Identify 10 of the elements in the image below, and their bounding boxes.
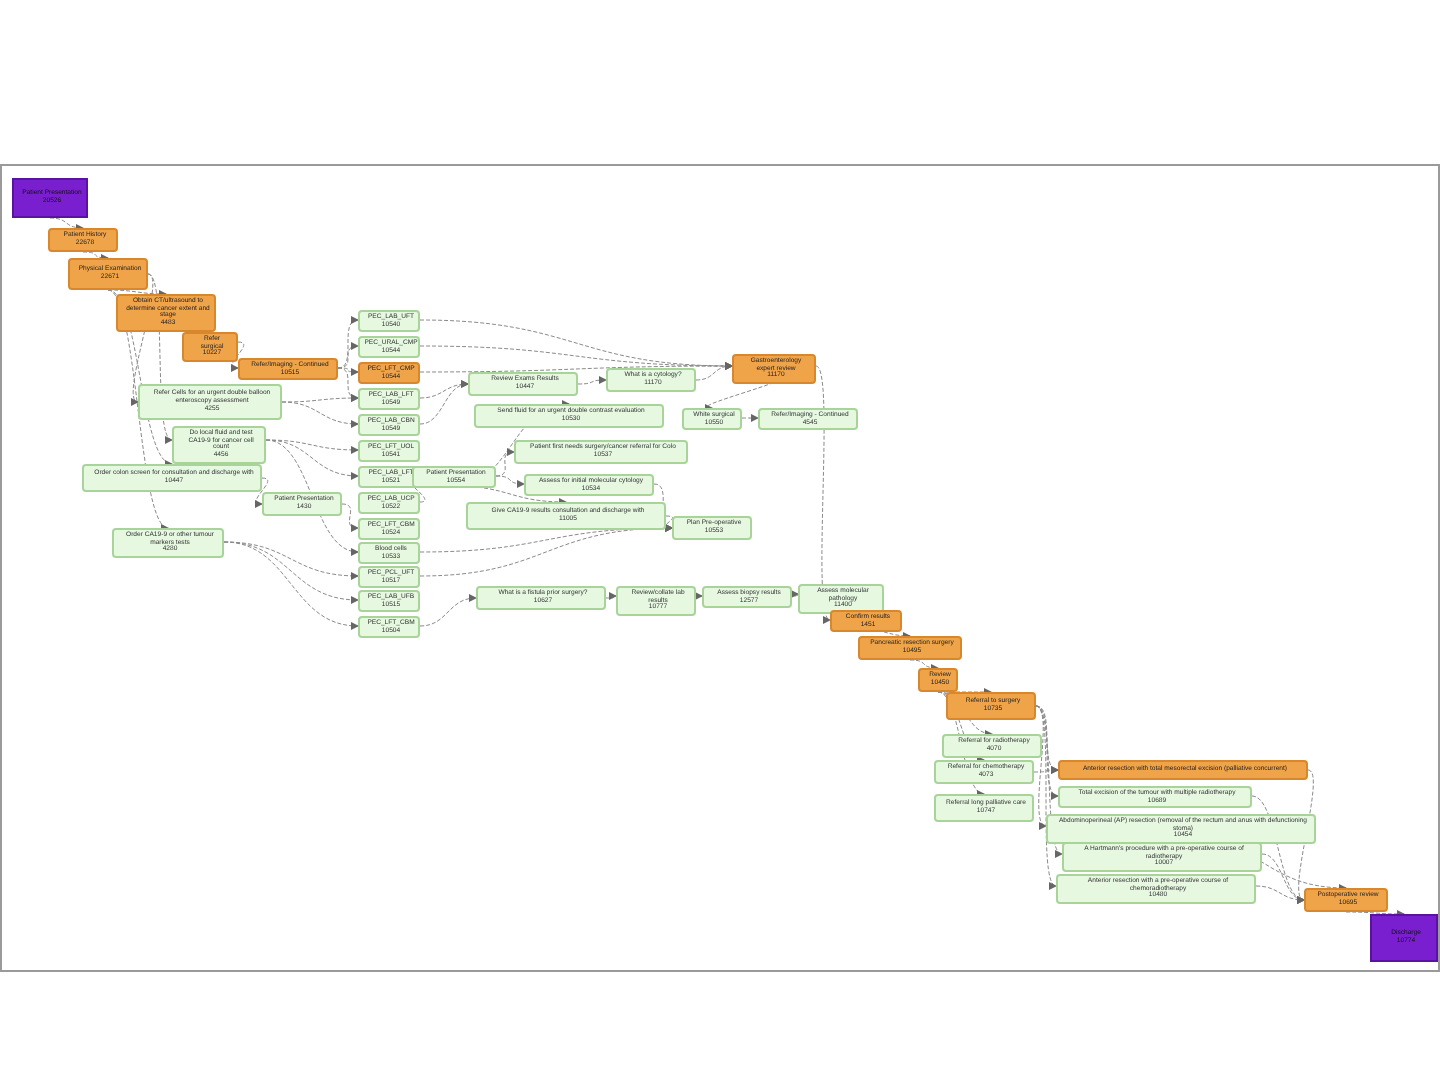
- connector-arrow: [694, 592, 704, 600]
- connector-arrow: [605, 592, 617, 601]
- connector-arrow: [909, 659, 939, 672]
- connector-arrow: [1345, 909, 1405, 918]
- connector-arrow: [49, 217, 84, 232]
- connector-arrow: [577, 376, 607, 385]
- connector-arrow: [419, 594, 477, 627]
- connector-arrow: [790, 590, 800, 599]
- connector-arrow: [230, 341, 245, 372]
- connector-arrow: [82, 251, 109, 262]
